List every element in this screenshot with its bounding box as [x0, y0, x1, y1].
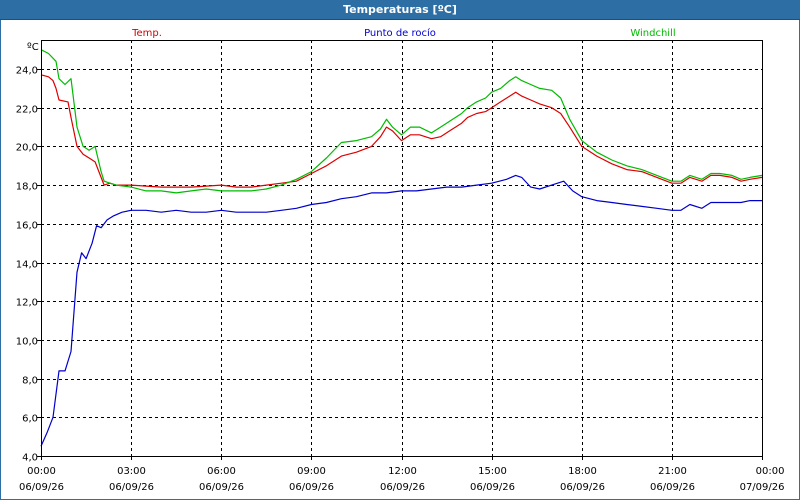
y-tick-label: 10,0 [16, 337, 38, 348]
x-tick-date-label: 06/09/26 [560, 482, 605, 493]
y-tick-label: 24,0 [16, 66, 38, 77]
x-tick-time-label: 21:00 [658, 466, 687, 477]
y-axis: 4,0 6,0 8,0 10,0 12,0 14,0 16,0 18,0 20,0 22,0 24,… [16, 66, 41, 464]
y-tick-label: 14,0 [16, 260, 38, 271]
y-tick-label: 12,0 [16, 298, 38, 309]
y-tick-label: 8,0 [22, 376, 38, 387]
y-tick-label: 16,0 [16, 221, 38, 232]
series-layer [40, 49, 763, 447]
y-tick-label: 22,0 [16, 105, 38, 116]
x-tick-time-label: 03:00 [117, 466, 146, 477]
x-tick-date-label: 06/09/26 [470, 482, 515, 493]
y-tick-label: 6,0 [22, 414, 38, 425]
y-axis-unit-label: ºC [27, 42, 39, 53]
series-line-0 [40, 74, 763, 188]
x-tick-time-label: 00:00 [27, 466, 56, 477]
chart-title: Temperaturas [ºC] [343, 3, 457, 16]
x-tick-date-label: 06/09/26 [380, 482, 425, 493]
x-tick-time-label: 00:00 [756, 466, 785, 477]
series-line-2 [40, 49, 763, 194]
x-tick-time-label: 12:00 [388, 466, 417, 477]
chart-title-bar: Temperaturas [ºC] [0, 0, 800, 20]
x-tick-time-label: 15:00 [478, 466, 507, 477]
x-tick-date-label: 06/09/26 [19, 482, 64, 493]
x-tick-time-label: 18:00 [568, 466, 597, 477]
x-tick-date-label: 06/09/26 [199, 482, 244, 493]
legend-entry-0: Temp. [131, 28, 162, 39]
y-tick-label: 20,0 [16, 143, 38, 154]
chart-frame: Temp. Punto de rocío Windchill ºC 4,0 6,0 8,… [0, 20, 800, 500]
legend-entry-2: Windchill [630, 28, 675, 39]
grid [41, 40, 762, 457]
x-tick-time-label: 09:00 [297, 466, 326, 477]
x-tick-time-label: 06:00 [207, 466, 236, 477]
x-tick-date-label: 07/09/26 [740, 482, 785, 493]
x-tick-date-label: 06/09/26 [650, 482, 695, 493]
temperature-chart: Temp. Punto de rocío Windchill ºC 4,0 6,0 8,… [16, 27, 785, 493]
x-tick-date-label: 06/09/26 [109, 482, 154, 493]
series-line-1 [40, 174, 762, 447]
legend: Temp. Punto de rocío Windchill [131, 27, 676, 39]
x-tick-date-label: 06/09/26 [289, 482, 334, 493]
legend-entry-1: Punto de rocío [364, 27, 436, 39]
x-axis: 00:00 06/09/26 03:00 06/09/26 06:00 06/09/26 0… [19, 456, 785, 493]
y-tick-label: 4,0 [22, 453, 38, 464]
y-tick-label: 18,0 [16, 182, 38, 193]
